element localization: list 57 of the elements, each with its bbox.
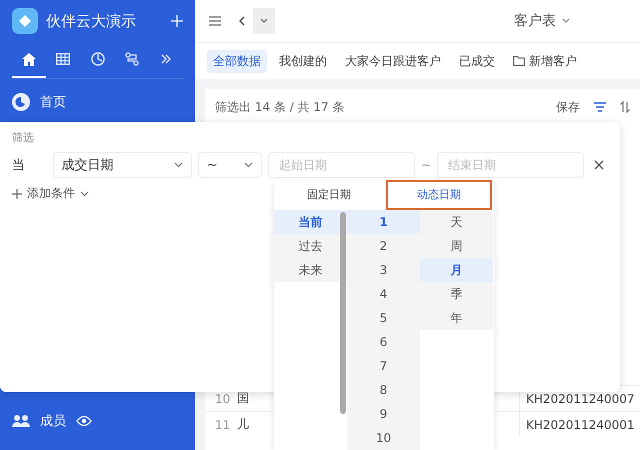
table-title[interactable]: 客户表 (508, 11, 576, 31)
date-mode-tab[interactable]: 动态日期 (386, 180, 492, 210)
row-number: 11 (214, 418, 232, 432)
caret-icon (80, 190, 89, 196)
filter-icon[interactable] (594, 102, 606, 112)
caret-icon (174, 162, 183, 168)
option-item[interactable]: 月 (420, 258, 493, 282)
option-item[interactable]: 1 (347, 210, 420, 234)
panel-title: 筛选 (12, 130, 35, 145)
option-item[interactable]: 周 (420, 234, 493, 258)
table-cell-text: 儿 (237, 416, 250, 433)
view-tab[interactable]: 大家今日跟进客户 (339, 50, 447, 72)
people-icon (12, 414, 30, 428)
option-item[interactable]: 年 (420, 306, 493, 330)
option-item[interactable]: 当前 (274, 210, 347, 234)
record-count: 筛选出 14 条 / 共 17 条 (215, 98, 346, 116)
table-cell-text: 国 (237, 390, 250, 407)
chevron-left-icon (238, 16, 246, 26)
row-number: 10 (214, 392, 232, 406)
option-item[interactable]: 季 (420, 282, 493, 306)
plus-icon (12, 188, 22, 198)
double-chevron-icon (160, 54, 171, 64)
date-mode-tab[interactable]: 固定日期 (276, 180, 382, 210)
option-item[interactable]: 天 (420, 210, 493, 234)
caret-icon (562, 18, 570, 24)
sidebar-item-label: 首页 (40, 94, 66, 111)
start-date-field[interactable]: 起始日期 (268, 152, 415, 178)
operator-select[interactable]: ~ (198, 152, 262, 178)
table-cell: KH202011240001 (519, 412, 635, 437)
eye-icon[interactable] (76, 415, 92, 427)
caret-icon (244, 162, 253, 168)
view-tab[interactable]: 我创建的 (273, 50, 333, 72)
sidebar-item[interactable]: 首页 (0, 87, 195, 117)
table-icon (56, 53, 70, 65)
view-tab[interactable]: 已成交 (453, 50, 501, 72)
sort-icon[interactable] (620, 101, 630, 113)
view-tab[interactable]: 新增客户 (507, 50, 583, 72)
scrollbar[interactable] (340, 212, 346, 414)
option-item[interactable]: 过去 (274, 234, 347, 258)
save-button[interactable]: 保存 (556, 98, 580, 116)
range-separator: ~ (420, 158, 431, 172)
condition-prefix: 当 (12, 157, 26, 174)
caret-icon (260, 18, 268, 24)
add-condition-button[interactable]: 添加条件 (12, 185, 89, 202)
sidebar-item[interactable]: 成员 (0, 406, 195, 436)
sidebar-item-label: 成员 (40, 413, 66, 430)
folder-icon (513, 56, 525, 66)
app-logo (12, 8, 38, 34)
menu-icon[interactable] (209, 16, 221, 26)
plus-icon[interactable] (171, 15, 183, 27)
view-tab[interactable]: 全部数据 (207, 50, 267, 72)
home-icon (22, 52, 36, 66)
option-item[interactable]: 未来 (274, 258, 347, 282)
field-select[interactable]: 成交日期 (52, 152, 192, 178)
app-name: 伙伴云大演示 (46, 12, 137, 30)
end-date-field[interactable]: 结束日期 (437, 152, 584, 178)
flow-icon (124, 52, 139, 66)
